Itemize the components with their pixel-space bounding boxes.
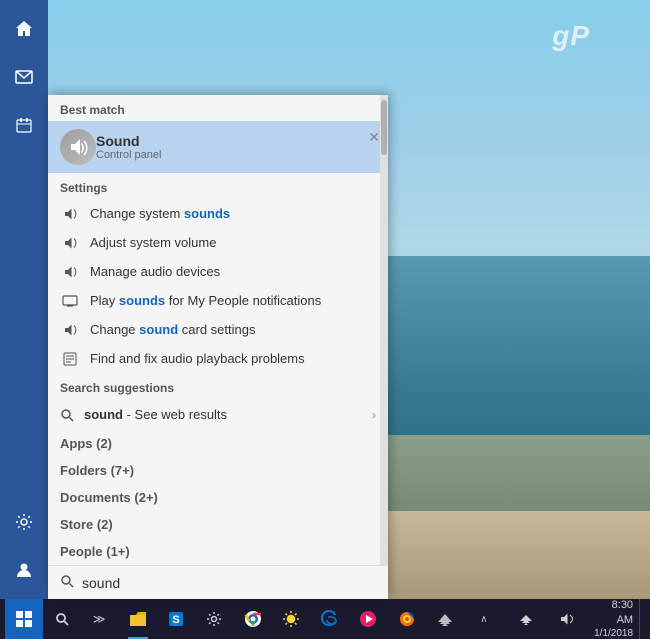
best-match-title: Sound [96,133,161,149]
settings-item-change-sounds[interactable]: Change system sounds [48,199,388,228]
category-apps[interactable]: Apps (2) [48,430,388,457]
taskbar-firefox[interactable] [387,599,425,639]
search-bar: sound [48,565,388,599]
system-time: 8:30 AM [593,598,633,627]
sidebar-bottom [0,498,48,594]
item-text-5: Change sound card settings [90,322,255,337]
gp-watermark: gP [552,20,590,52]
scrollbar-track [380,95,388,565]
best-match-text: Sound Control panel [96,133,161,161]
taskbar-network-status[interactable] [506,599,546,639]
sidebar-item-settings[interactable] [0,498,48,546]
speaker-icon-4 [60,323,80,337]
task-view-button[interactable]: ≫ [80,599,118,639]
settings-item-manage-audio[interactable]: Manage audio devices [48,257,388,286]
sidebar-item-mail[interactable] [0,53,48,101]
start-menu: Best match Sound Control panel ✕ Setting… [48,95,388,599]
speaker-icon-2 [60,236,80,250]
category-folders[interactable]: Folders (7+) [48,457,388,484]
wrench-icon [60,352,80,366]
suggestion-text: sound - See web results [84,407,227,422]
best-match-subtitle: Control panel [96,149,161,161]
taskbar-store[interactable]: S [157,599,195,639]
item-text-6: Find and fix audio playback problems [90,351,305,366]
settings-item-adjust-volume[interactable]: Adjust system volume [48,228,388,257]
windows-logo-icon [16,611,32,627]
settings-item-sound-card[interactable]: Change sound card settings [48,315,388,344]
start-button[interactable] [5,599,43,639]
speaker-icon-3 [60,265,80,279]
search-bar-icon [60,574,74,591]
item-text-3: Manage audio devices [90,264,220,279]
taskbar-clock[interactable]: 8:30 AM 1/1/2018 [589,598,637,640]
best-match-label: Best match [48,95,388,121]
item-text-4: Play sounds for My People notifications [90,293,321,308]
menu-wrapper: Best match Sound Control panel ✕ Setting… [48,95,388,565]
monitor-icon [60,295,80,307]
taskbar-media[interactable] [349,599,387,639]
search-input[interactable]: sound [82,575,376,591]
taskbar: ≫ S ∧ 8:30 AM 1/1/2018 [0,599,650,639]
taskbar-network[interactable] [426,599,464,639]
svg-text:S: S [172,614,179,626]
sound-icon-circle [60,129,96,165]
taskbar-show-desktop[interactable] [639,599,645,639]
chevron-right-icon: › [372,408,376,422]
search-suggestion-item[interactable]: sound - See web results › [48,399,388,430]
taskbar-edge[interactable] [310,599,348,639]
taskbar-settings[interactable] [195,599,233,639]
taskbar-brightness[interactable] [272,599,310,639]
category-people[interactable]: People (1+) [48,538,388,565]
item-text-2: Adjust system volume [90,235,216,250]
speaker-icon-1 [60,207,80,221]
taskbar-search-button[interactable] [43,600,80,638]
sidebar [0,0,48,599]
category-store[interactable]: Store (2) [48,511,388,538]
settings-item-fix-audio[interactable]: Find and fix audio playback problems [48,344,388,373]
scrollbar-thumb[interactable] [381,100,387,155]
close-button[interactable]: ✕ [368,129,380,146]
taskbar-chrome[interactable] [234,599,272,639]
taskbar-file-explorer[interactable] [118,599,156,639]
item-text-1: Change system sounds [90,206,230,221]
settings-item-my-people[interactable]: Play sounds for My People notifications [48,286,388,315]
sidebar-item-people[interactable] [0,546,48,594]
taskbar-volume[interactable] [547,599,587,639]
sidebar-item-calendar[interactable] [0,101,48,149]
category-documents[interactable]: Documents (2+) [48,484,388,511]
taskbar-right: ∧ 8:30 AM 1/1/2018 [464,598,645,640]
taskbar-chevron[interactable]: ∧ [464,599,504,639]
system-date: 1/1/2018 [593,627,633,640]
best-match-item[interactable]: Sound Control panel ✕ [48,121,388,173]
menu-content[interactable]: Best match Sound Control panel ✕ Setting… [48,95,388,565]
settings-label: Settings [48,173,388,199]
sidebar-item-home[interactable] [0,5,48,53]
search-suggestions-label: Search suggestions [48,373,388,399]
